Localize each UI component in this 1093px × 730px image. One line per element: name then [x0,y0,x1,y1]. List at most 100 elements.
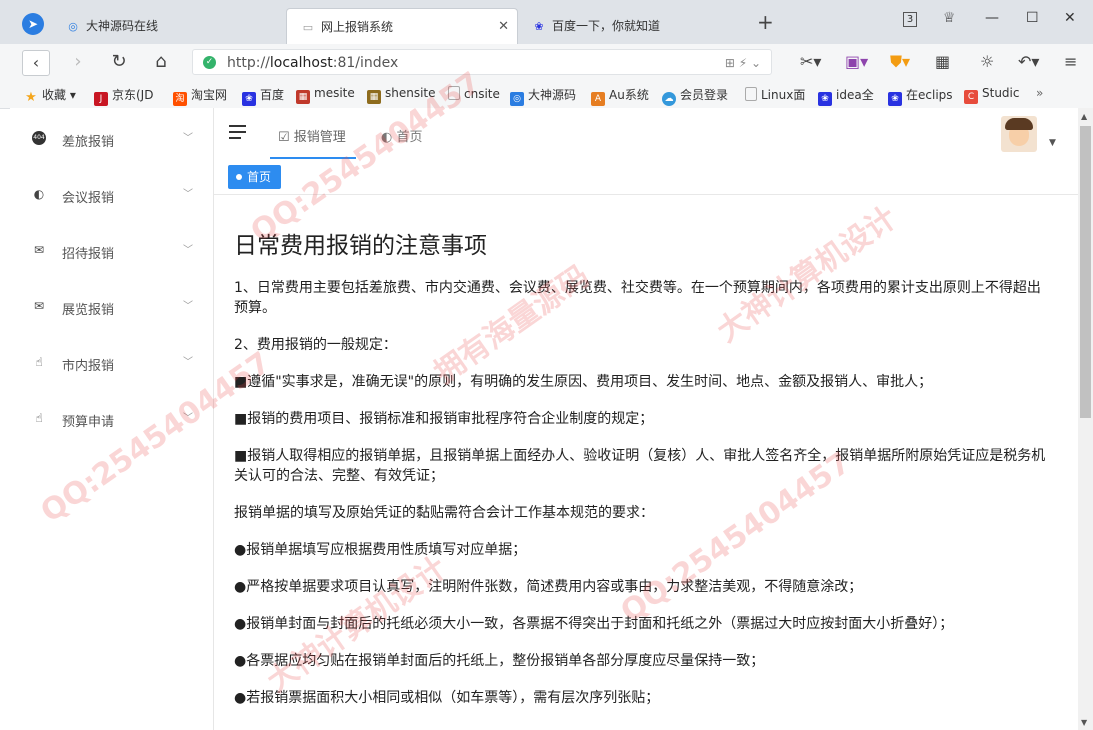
address-bar-row: ‹ › ↻ ⌂ ✓ http://localhost:81/index ⊞ ⚡ … [0,44,1093,81]
hand-icon: ☝ [35,411,43,425]
page-icon [448,86,460,100]
bookmark-item[interactable]: ❀ 百度 [242,86,284,106]
page-title: 日常费用报销的注意事项 [234,233,487,259]
url-input[interactable]: ✓ http://localhost:81/index ⊞ ⚡ ⌄ [192,49,772,75]
browser-logo-icon[interactable]: ➤ [22,13,44,35]
bookmark-label: cnsite [464,87,500,101]
bookmark-item[interactable]: ◎ 大神源码 [510,86,576,106]
bookmark-label: mesite [314,86,355,100]
bookmark-label: 京东(JD [112,88,154,102]
bookmark-item[interactable]: cnsite [448,86,500,101]
chevron-down-icon: ﹀ [183,413,193,424]
scroll-down-icon[interactable]: ▼ [1081,718,1087,727]
site-icon: ▦ [367,90,381,104]
content-paragraph: ●报销单封面与封面后的托纸必须大小一致，各票据不得突出于封面和托纸之外（票据过大… [234,616,954,632]
bookmark-item[interactable]: ❀ 在eclips [888,86,953,106]
url-actions-icon[interactable]: ⊞ ⚡ ⌄ [725,50,761,76]
star-icon: ★ [25,90,37,105]
tab-count-badge[interactable]: 3 [903,12,917,27]
bookmark-label: 会员登录 [680,88,729,102]
menu-toggle-icon[interactable] [229,125,246,143]
bookmark-item[interactable]: J 京东(JD [94,86,153,106]
sidebar-item-entertainment[interactable]: ✉ 招待报销 ﹀ [10,223,213,279]
taobao-icon: 淘 [173,92,187,106]
scissors-icon[interactable]: ✂▾ [800,52,821,71]
active-tab-indicator [270,157,356,159]
maximize-button[interactable]: ☐ [1026,10,1039,26]
page-scrollbar[interactable]: ▲ ▼ [1078,108,1093,730]
c-icon: C [964,90,978,104]
avatar[interactable] [1001,116,1037,152]
close-window-button[interactable]: ✕ [1064,10,1076,26]
bookmark-item[interactable]: A Au系统 [591,86,649,106]
content-paragraph: ■遵循"实事求是，准确无误"的原则，有明确的发生原因、费用项目、发生时间、地点、… [234,374,933,390]
baidu-paw-icon: ❀ [534,20,544,33]
undo-icon[interactable]: ↶▾ [1018,52,1039,71]
tab-label: 网上报销系统 [321,20,394,34]
bookmark-item[interactable]: 淘淘宝网 [173,86,227,106]
reload-button[interactable]: ↻ [106,50,132,74]
content-paragraph: ■报销的费用项目、报销标准和报销审批程序符合企业制度的规定； [234,411,654,427]
content-paragraph: 2、费用报销的一般规定： [234,337,397,353]
sidebar-item-label: 招待报销 [62,247,115,262]
brightness-icon[interactable]: ☼ [980,52,994,71]
breadcrumb-tag-home[interactable]: 首页 [228,165,282,189]
scroll-up-icon[interactable]: ▲ [1081,112,1087,121]
bookmark-item[interactable]: ▦ shensite [367,86,436,104]
breadcrumb: 首页 [214,160,1078,195]
content-paragraph: ■报销人取得相应的报销单据，且报销单据上面经办人、验收证明（复核）人、审批人签名… [234,448,1046,484]
sidebar-item-label: 会议报销 [62,191,115,206]
bookmark-item[interactable]: ▦ mesite [296,86,355,104]
browser-tab-1[interactable]: ◎ 大神源码在线 [52,8,282,44]
bookmark-label: Studic [982,86,1020,100]
palette-icon: ◐ [381,130,393,145]
close-tab-icon[interactable]: ✕ [498,9,509,45]
apps-grid-icon[interactable]: ▦ [935,52,950,71]
new-tab-button[interactable]: + [757,10,774,34]
skin-icon[interactable]: ♕ [943,10,956,26]
tab-label: 大神源码在线 [86,19,159,33]
shield-icon[interactable]: ⛊▾ [890,52,910,72]
sidebar-item-budget[interactable]: ☝ 预算申请 ﹀ [10,391,213,447]
back-button[interactable]: ‹ [22,50,50,76]
404-badge-icon: 404 [32,131,46,145]
sidebar-item-label: 展览报销 [62,303,115,318]
browser-tab-2[interactable]: ▭ 网上报销系统 ✕ [286,8,518,44]
page-icon: ▭ [302,21,314,34]
sidebar-item-label: 差旅报销 [62,135,115,150]
bookmark-label: idea全 [836,88,874,102]
minimize-button[interactable]: — [985,10,999,26]
baidu-paw-icon: ❀ [242,92,256,106]
chevron-down-icon: ﹀ [183,133,193,144]
bookmark-item[interactable]: ★ 收藏 ▾ [24,86,76,105]
bookmark-item[interactable]: Linux面 [745,86,805,103]
tab-home[interactable]: ◐ 首页 [381,126,423,145]
sidebar-item-exhibition[interactable]: ✉ 展览报销 ﹀ [10,279,213,335]
bookmark-item[interactable]: ☁ 会员登录 [662,86,728,106]
jd-icon: J [94,92,108,106]
browser-tab-strip: ➤ ◎ 大神源码在线 ▭ 网上报销系统 ✕ ❀ 百度一下，你就知道 + 3 ♕ — ☐… [0,0,1093,45]
scroll-thumb[interactable] [1080,126,1091,418]
home-button[interactable]: ⌂ [148,50,174,74]
sidebar-item-label: 预算申请 [62,415,115,430]
menu-icon[interactable]: ≡ [1064,52,1077,71]
palette-icon: ◐ [33,187,45,201]
browser-tab-3[interactable]: ❀ 百度一下，你就知道 [518,8,748,44]
bookmark-label: Linux面 [761,88,806,102]
caret-down-icon[interactable]: ▼ [1049,138,1056,148]
forward-button[interactable]: › [65,50,91,74]
bookmark-item[interactable]: C Studic [964,86,1019,104]
more-bookmarks-icon[interactable]: » [1036,86,1043,100]
tab-label: 报销管理 [293,130,346,145]
sidebar-item-meeting[interactable]: ◐ 会议报销 ﹀ [10,167,213,223]
bookmark-item[interactable]: ❀ idea全 [818,86,874,106]
bookmark-label: 百度 [260,88,285,102]
page-header: ☑ 报销管理 ◐ 首页 ▼ [214,108,1078,161]
sidebar-item-local[interactable]: ☝ 市内报销 ﹀ [10,335,213,391]
bookmarks-bar: ★ 收藏 ▾ J 京东(JD 淘淘宝网 ❀ 百度 ▦ mesite ▦ shensite … [0,80,1093,109]
sidebar-item-travel[interactable]: 404 差旅报销 ﹀ [10,111,213,167]
chevron-down-icon: ﹀ [183,245,193,256]
site-icon: ▦ [296,90,310,104]
translate-icon[interactable]: ▣▾ [845,52,868,71]
tab-reimbursement-management[interactable]: ☑ 报销管理 [278,126,346,145]
